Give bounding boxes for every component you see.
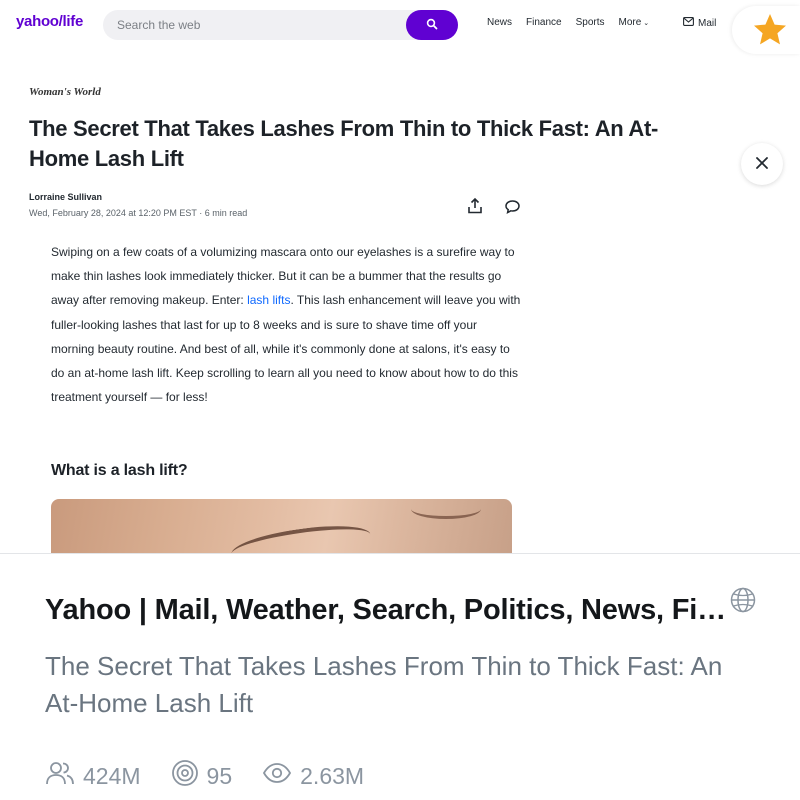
mail-link[interactable]: Mail <box>683 17 716 29</box>
article-body: Swiping on a few coats of a volumizing m… <box>51 240 521 409</box>
comment-icon[interactable] <box>504 199 521 220</box>
card-stats: 424M 95 2.63M <box>45 759 394 793</box>
close-icon <box>755 156 769 173</box>
close-button[interactable] <box>741 143 783 185</box>
stat-mentions-value: 95 <box>206 762 233 789</box>
site-title: Yahoo | Mail, Weather, Search, Politics,… <box>45 594 735 626</box>
link-card[interactable]: Yahoo | Mail, Weather, Search, Politics,… <box>0 554 800 800</box>
publication-logo: Woman's World <box>29 86 101 98</box>
top-nav: News Finance Sports More ⌄ <box>487 17 649 28</box>
search-input[interactable] <box>117 16 397 34</box>
card-description: The Secret That Takes Lashes From Thin t… <box>45 651 723 718</box>
lash-lifts-link[interactable]: lash lifts <box>247 293 290 307</box>
nav-more[interactable]: More ⌄ <box>619 17 650 28</box>
search-icon <box>426 18 438 33</box>
article-author[interactable]: Lorraine Sullivan <box>29 192 102 202</box>
mentions-icon <box>171 759 199 793</box>
nav-more-label: More <box>618 17 642 28</box>
search-bar <box>103 10 458 40</box>
article-preview: yahoo/life News Finance Sports More⌄ Mai… <box>0 0 800 553</box>
article-headline: The Secret That Takes Lashes From Thin t… <box>29 116 659 171</box>
mail-icon <box>683 17 694 29</box>
star-icon <box>752 12 788 53</box>
photo-eye-shape <box>411 499 481 519</box>
stat-users-value: 424M <box>83 762 141 789</box>
stat-views: 2.63M <box>262 762 364 790</box>
nav-sports[interactable]: Sports <box>576 17 605 28</box>
search-button[interactable] <box>406 10 458 40</box>
yahoo-life-logo[interactable]: yahoo/life <box>16 13 83 30</box>
share-icon[interactable] <box>466 197 484 220</box>
mail-label: Mail <box>698 17 717 29</box>
stat-mentions: 95 <box>171 759 233 793</box>
stat-views-value: 2.63M <box>300 762 365 789</box>
yahoo-header: yahoo/life News Finance Sports More⌄ Mai… <box>0 0 800 54</box>
photo-brow-shape <box>229 519 373 553</box>
article-meta: Wed, February 28, 2024 at 12:20 PM EST ·… <box>29 208 248 218</box>
globe-icon <box>729 586 757 619</box>
nav-news[interactable]: News <box>487 17 512 28</box>
chevron-down-icon: ⌄ <box>643 20 650 27</box>
users-icon <box>45 760 75 792</box>
views-icon <box>262 762 292 790</box>
body-text-end: . This lash enhancement will leave you w… <box>51 293 521 405</box>
stat-users: 424M <box>45 760 141 792</box>
article-subheading: What is a lash lift? <box>51 462 188 479</box>
favorite-button[interactable] <box>732 6 800 54</box>
nav-finance[interactable]: Finance <box>526 17 562 28</box>
article-photo <box>51 499 512 553</box>
